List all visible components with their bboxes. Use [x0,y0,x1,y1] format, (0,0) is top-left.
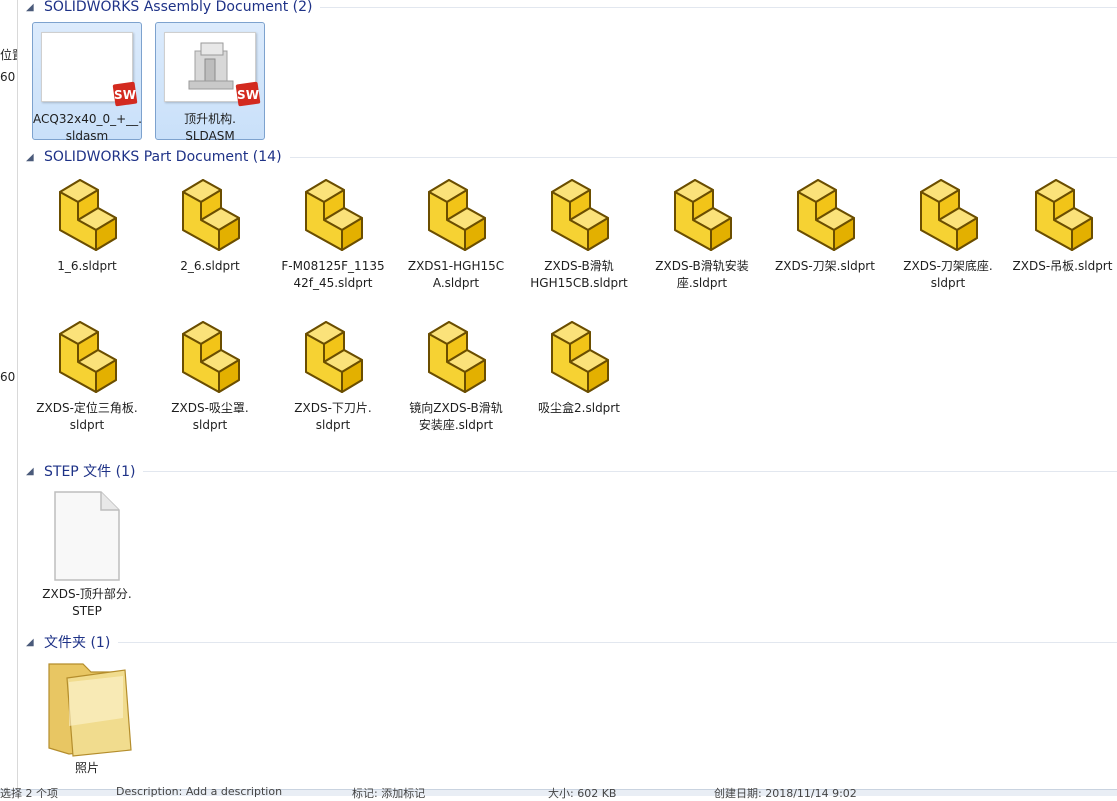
folder-icon [32,656,142,760]
solidworks-badge-icon: SW [112,81,138,107]
file-item-part[interactable]: ZXDS-B滑轨安装 座.sldprt [647,170,757,292]
part-icon [647,170,757,258]
file-name-cont: HGH15CB.sldprt [530,276,628,290]
file-name-cont: STEP [72,604,102,618]
group-header-assemblies[interactable]: ◢ SOLIDWORKS Assembly Document (2) [26,0,1117,17]
file-name: F-M08125F_1135 [281,259,385,273]
file-name: ZXDS-刀架.sldprt [775,259,875,273]
file-name: ZXDS-B滑轨安装 [655,259,749,273]
file-name: 2_6.sldprt [180,259,240,273]
collapse-icon[interactable]: ◢ [26,152,40,163]
file-item-step[interactable]: ZXDS-顶升部分. STEP [32,486,142,620]
file-item-part[interactable]: ZXDS-B滑轨 HGH15CB.sldprt [524,170,634,292]
group-title: STEP 文件 (1) [44,464,136,480]
group-title: 文件夹 (1) [44,635,111,651]
group-divider [118,641,1117,643]
part-icon [32,170,142,258]
file-name: ZXDS-刀架底座. [903,259,993,273]
selection-count: 选择 2 个项 [0,787,58,800]
part-icon [278,312,388,400]
file-name: 镜向ZXDS-B滑轨 [409,401,503,415]
size-info: 大小: 602 KB [548,787,617,800]
part-icon [1008,170,1117,258]
collapse-icon[interactable]: ◢ [26,637,40,648]
navigation-pane[interactable]: 位置 60 60 [0,0,18,790]
nav-value: 60 [0,370,16,384]
file-item-part[interactable]: ZXDS-吸尘罩. sldprt [155,312,265,434]
collapse-icon[interactable]: ◢ [26,2,40,13]
collapse-icon[interactable]: ◢ [26,466,40,477]
file-name-cont: sldprt [192,418,228,432]
file-item-part[interactable]: ZXDS-定位三角板. sldprt [32,312,142,434]
file-item-assembly[interactable]: SW ACQ32x40_0_+__. sldasm [32,22,142,143]
solidworks-badge-icon: SW [235,81,261,107]
file-name: 顶升机构. [184,112,236,126]
file-view: ◢ SOLIDWORKS Assembly Document (2) SW AC… [18,0,1117,790]
document-icon [32,486,142,586]
group-title: SOLIDWORKS Assembly Document (2) [44,0,313,15]
date-info: 创建日期: 2018/11/14 9:02 [714,787,857,800]
file-item-part[interactable]: 镜向ZXDS-B滑轨 安装座.sldprt [401,312,511,434]
file-item-assembly[interactable]: SW 顶升机构. SLDASM [155,22,265,143]
file-name: ZXDS1-HGH15C [407,259,505,273]
file-name-cont: sldprt [69,418,105,432]
file-item-part[interactable]: ZXDS-下刀片. sldprt [278,312,388,434]
svg-text:SW: SW [237,88,259,102]
file-ext: SLDASM [185,129,235,143]
file-item-part[interactable]: F-M08125F_1135 42f_45.sldprt [278,170,388,292]
part-icon [155,170,265,258]
folder-name: 照片 [74,761,99,775]
file-name: ZXDS-定位三角板. [36,401,138,415]
part-icon [278,170,388,258]
group-divider [143,470,1117,472]
file-name: ZXDS-B滑轨 [544,259,614,273]
file-item-part[interactable]: 吸尘盒2.sldprt [524,312,634,417]
file-item-part[interactable]: ZXDS-刀架.sldprt [770,170,880,275]
part-icon [401,312,511,400]
group-header-parts[interactable]: ◢ SOLIDWORKS Part Document (14) [26,147,1117,167]
description-field[interactable]: Description: Add a description [116,785,282,798]
part-icon [524,312,634,400]
part-icon [893,170,1003,258]
file-name-cont: sldprt [315,418,351,432]
file-name: 吸尘盒2.sldprt [538,401,620,415]
part-icon [770,170,880,258]
file-item-part[interactable]: ZXDS-吊板.sldprt [1008,170,1117,275]
assembly-thumbnail-icon: SW [33,23,141,111]
file-name: 1_6.sldprt [57,259,117,273]
assembly-thumbnail-icon: SW [156,23,264,111]
group-divider [289,156,1117,158]
file-name: ZXDS-顶升部分. [42,587,132,601]
part-icon [401,170,511,258]
file-name-cont: 安装座.sldprt [418,418,494,432]
nav-value: 60 [0,70,16,84]
group-title: SOLIDWORKS Part Document (14) [44,149,282,165]
file-item-part[interactable]: 1_6.sldprt [32,170,142,275]
file-name: ZXDS-下刀片. [294,401,372,415]
file-name: ZXDS-吊板.sldprt [1012,259,1113,273]
tags-field[interactable]: 标记: 添加标记 [352,785,425,801]
file-name-cont: 座.sldprt [676,276,728,290]
file-ext: sldasm [65,129,109,143]
svg-text:SW: SW [114,88,136,102]
file-item-part[interactable]: 2_6.sldprt [155,170,265,275]
file-item-part[interactable]: ZXDS-刀架底座. sldprt [893,170,1003,292]
group-divider [320,6,1117,8]
file-name-cont: sldprt [930,276,966,290]
file-name-cont: A.sldprt [432,276,480,290]
group-header-folders[interactable]: ◢ 文件夹 (1) [26,632,1117,652]
file-name-cont: 42f_45.sldprt [293,276,373,290]
file-item-part[interactable]: ZXDS1-HGH15C A.sldprt [401,170,511,292]
folder-item[interactable]: 照片 [32,656,142,777]
part-icon [524,170,634,258]
group-header-step[interactable]: ◢ STEP 文件 (1) [26,461,1117,481]
status-bar: 选择 2 个项 Description: Add a description 标… [0,785,1117,800]
file-name: ZXDS-吸尘罩. [171,401,249,415]
file-name: ACQ32x40_0_+__. [33,112,142,126]
part-icon [32,312,142,400]
part-icon [155,312,265,400]
nav-label: 位置 [0,48,17,62]
